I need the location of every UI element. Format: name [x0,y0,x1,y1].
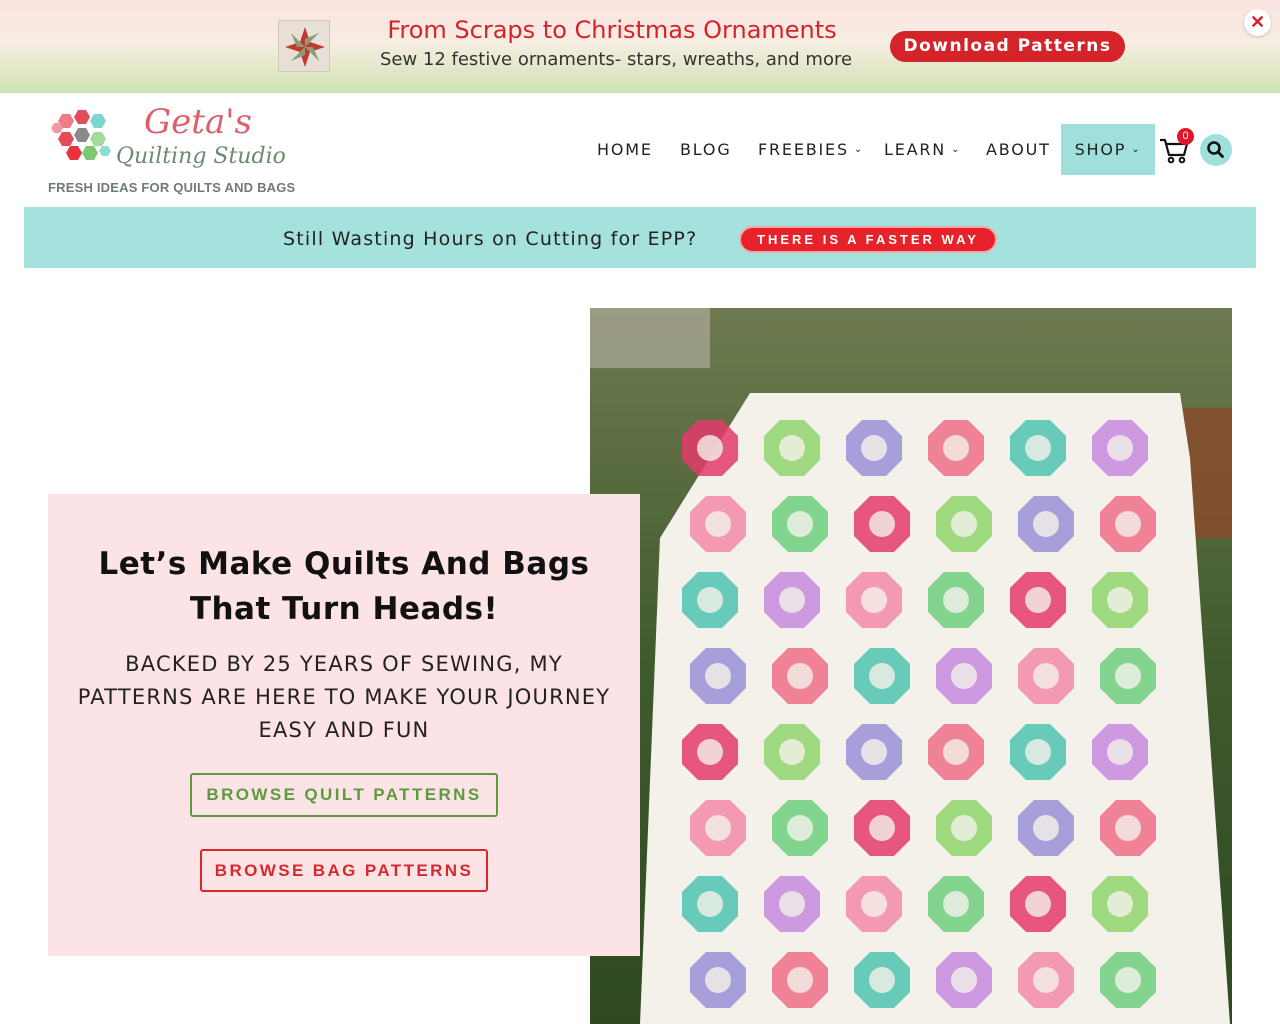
quilt-block-center [779,587,805,613]
quilt-block-center [1107,891,1133,917]
logo-tagline: FRESH IDEAS FOR QUILTS AND BAGS [48,180,296,195]
nav-item-home[interactable]: HOME [597,124,653,174]
quilt-block-center [705,663,731,689]
nav-freebies-label: FREEBIES [758,139,849,159]
quilt-block-center [1115,815,1141,841]
quilt-block-center [779,891,805,917]
faster-way-button[interactable]: THERE IS A FASTER WAY [739,226,997,253]
quilt-block-center [1107,587,1133,613]
quilt-block-center [869,967,895,993]
quilt-block-center [1025,739,1051,765]
quilt-photo [590,308,1232,1024]
quilt-block-center [1025,891,1051,917]
quilt-block-center [951,511,977,537]
quilt-block-center [1107,435,1133,461]
nav-item-shop[interactable]: SHOP ⌄ [1061,124,1155,175]
quilt-block-center [869,663,895,689]
quilt-block-center [861,739,887,765]
hero-title: Let’s Make Quilts And Bags That Turn Hea… [98,546,590,627]
quilt-block-center [787,967,813,993]
nav-item-blog[interactable]: BLOG [680,124,732,174]
browse-quilt-patterns-button[interactable]: BROWSE QUILT PATTERNS [190,773,498,817]
search-button[interactable] [1200,134,1232,166]
quilt-block-center [861,587,887,613]
quilt-block-center [697,587,723,613]
logo-name-line1: Geta's [144,102,253,142]
quilt-block-center [705,967,731,993]
quilt-block-center [951,815,977,841]
ornament-thumbnail[interactable] [278,20,330,72]
quilt-block-center [951,663,977,689]
nav-about-label: ABOUT [986,139,1051,159]
quilt-block-center [1115,663,1141,689]
download-patterns-button[interactable]: Download Patterns [890,31,1125,62]
epp-banner-text: Still Wasting Hours on Cutting for EPP? [283,228,698,250]
quilt-block-center [869,815,895,841]
quilt-block-center [697,891,723,917]
promo-subtitle: Sew 12 festive ornaments- stars, wreaths… [379,49,853,70]
epp-banner: Still Wasting Hours on Cutting for EPP? … [24,207,1256,268]
quilt-block-center [943,739,969,765]
quilt-block-center [861,435,887,461]
hero-quilt-image [590,308,1232,1024]
logo-name-line2: Quilting Studio [116,144,286,169]
nav-item-about[interactable]: ABOUT [986,124,1051,174]
quilt-block-center [779,739,805,765]
quilt-block-center [1115,511,1141,537]
quilt-block-center [861,891,887,917]
quilt-block-center [705,815,731,841]
search-icon [1207,141,1224,158]
quilt-block-center [943,891,969,917]
browse-bag-patterns-button[interactable]: BROWSE BAG PATTERNS [200,849,488,892]
quilt-block-center [697,739,723,765]
chevron-down-icon: ⌄ [951,143,962,155]
quilt-block-center [1033,967,1059,993]
quilt-block-center [1033,663,1059,689]
site-logo[interactable]: Geta's Quilting Studio FRESH IDEAS FOR Q… [48,102,308,196]
nav-item-freebies[interactable]: FREEBIES ⌄ [758,124,864,174]
quilt-block-center [1033,511,1059,537]
hero-subtitle: BACKED BY 25 YEARS OF SEWING, MY PATTERN… [77,652,611,742]
chevron-down-icon: ⌄ [853,143,865,155]
nav-blog-label: BLOG [680,139,732,159]
cart-count-badge: 0 [1177,128,1194,145]
nav-item-learn[interactable]: LEARN ⌄ [884,124,961,174]
quilt-block-center [697,435,723,461]
quilt-block-center [705,511,731,537]
quilt-block-center [787,815,813,841]
hero-card: Let’s Make Quilts And Bags That Turn Hea… [48,494,640,956]
quilt-block-center [1033,815,1059,841]
nav-shop-label: SHOP [1074,140,1127,159]
quilt-block-center [787,511,813,537]
promo-bar: From Scraps to Christmas Ornaments Sew 1… [0,0,1280,93]
close-icon[interactable]: ✕ [1244,9,1271,36]
quilt-block-center [1107,739,1133,765]
promo-title[interactable]: From Scraps to Christmas Ornaments [340,16,884,44]
nav-home-label: HOME [597,139,653,159]
quilt-block-center [869,511,895,537]
nav-learn-label: LEARN [884,139,947,159]
chevron-down-icon: ⌄ [1131,144,1142,155]
quilt-block-center [943,435,969,461]
quilt-block-center [1025,587,1051,613]
quilt-block-center [779,435,805,461]
quilt-block-center [787,663,813,689]
quilt-block-center [1115,967,1141,993]
quilt-block-center [943,587,969,613]
quilt-block-center [951,967,977,993]
quilt-block-center [1025,435,1051,461]
star-ornament-icon [285,27,325,67]
